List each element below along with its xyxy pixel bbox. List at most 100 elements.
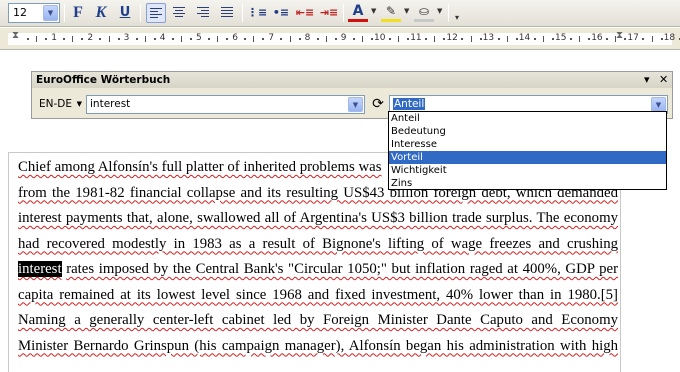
ruler-tick: [470, 36, 472, 42]
option-anteil[interactable]: Anteil: [389, 112, 666, 125]
chevron-down-icon[interactable]: ▼: [404, 7, 409, 15]
align-right-icon: [197, 7, 209, 17]
ruler-number: 10: [374, 33, 386, 43]
ruler-number: 16: [591, 33, 603, 43]
background-color-button[interactable]: ⛀: [414, 3, 434, 22]
bold-icon: F: [73, 4, 83, 21]
ruler-tick: [253, 36, 255, 42]
close-icon[interactable]: ✕: [659, 73, 668, 86]
right-indent-marker[interactable]: ⧗: [616, 30, 623, 41]
ruler-dot: [189, 38, 192, 40]
ruler-dot: [280, 38, 283, 40]
language-select[interactable]: EN-DE ▼: [36, 96, 84, 114]
language-value: EN-DE: [39, 98, 72, 110]
text-line-content: Naming a generally center-left cabinet l…: [18, 312, 618, 328]
ruler-number: 8: [304, 33, 311, 43]
option-interesse[interactable]: Interesse: [389, 138, 666, 151]
refresh-icon: ⟳: [372, 96, 384, 112]
align-center-button[interactable]: [170, 3, 190, 23]
ruler-dot: [370, 38, 373, 40]
ruler-number: 1: [51, 33, 57, 43]
increase-indent-icon: ⇥≡: [319, 6, 339, 19]
ruler-tick: [615, 36, 617, 42]
ruler-number: 18: [663, 33, 676, 43]
chevron-down-icon[interactable]: ▼: [348, 97, 363, 112]
translation-options-list[interactable]: Anteil Bedeutung Interesse Vorteil Wichtigke…: [388, 111, 667, 190]
translation-value: Anteil: [393, 98, 426, 110]
ruler-dot: [298, 38, 301, 40]
bold-button[interactable]: F: [68, 3, 88, 23]
selected-word[interactable]: interest: [18, 261, 62, 277]
decrease-indent-icon: ⇤≡: [295, 6, 315, 19]
ruler: ⧗ ⧗ 1 2 3 4 5 6 7 8 9 10 11 12 13 14 15 16 17 18: [0, 28, 680, 50]
ruler-number: 12: [446, 33, 458, 43]
ruler-tick: [434, 36, 436, 42]
ruler-tick: [325, 36, 327, 42]
ruler-number: 2: [87, 33, 94, 43]
ruler-dot: [27, 38, 30, 40]
underline-button[interactable]: U: [115, 3, 135, 23]
chevron-down-icon[interactable]: ▼: [43, 5, 58, 21]
toolbar-overflow-icon[interactable]: ▾: [455, 13, 459, 22]
chevron-down-icon[interactable]: ▼: [371, 7, 376, 15]
ruler-tick: [289, 36, 291, 42]
option-vorteil[interactable]: Vorteil: [389, 151, 666, 165]
align-right-button[interactable]: [194, 3, 214, 23]
ruler-dot: [588, 38, 591, 40]
chevron-down-icon[interactable]: ▼: [437, 7, 442, 15]
increase-indent-button[interactable]: ⇥≡: [319, 3, 339, 23]
search-input[interactable]: interest ▼: [86, 95, 365, 114]
dictionary-title: EuroOffice Wörterbuch: [36, 74, 171, 86]
toolbar-separator: [343, 4, 344, 22]
numbered-list-icon: ⋮≡: [247, 6, 268, 19]
justify-button[interactable]: [218, 3, 238, 23]
ruler-dot: [461, 38, 464, 40]
font-color-button[interactable]: A: [348, 3, 368, 22]
ruler-number: 3: [123, 33, 130, 43]
option-zins[interactable]: Zins: [389, 177, 666, 190]
highlight-button[interactable]: ✎: [381, 3, 401, 22]
swap-languages-button[interactable]: ⟳: [369, 96, 387, 114]
option-bedeutung[interactable]: Bedeutung: [389, 125, 666, 138]
ruler-tick: [398, 36, 400, 42]
toolbar-separator: [64, 4, 65, 22]
ruler-tick: [651, 36, 653, 42]
ruler-number: 9: [340, 33, 347, 43]
panel-menu-icon[interactable]: ▾: [644, 73, 650, 86]
formatting-toolbar: 12 ▼ F K U ⋮≡ •≡ ⇤≡ ⇥≡ A ▼ ✎ ▼ ⛀ ▼ ▾: [0, 0, 680, 27]
ruler-dot: [262, 38, 265, 40]
underline-icon: U: [119, 5, 131, 20]
ruler-number: 7: [268, 33, 275, 43]
numbered-list-button[interactable]: ⋮≡: [247, 3, 267, 23]
ruler-dot: [117, 38, 120, 40]
ruler-number: 11: [410, 33, 422, 43]
italic-button[interactable]: K: [91, 3, 111, 23]
ruler-dot: [551, 38, 554, 40]
ruler-dot: [135, 38, 138, 40]
ruler-dot: [407, 38, 410, 40]
text-line: Minister Bernardo Grinspun (his campaign…: [18, 334, 618, 360]
left-indent-marker[interactable]: ⧗: [12, 30, 19, 41]
dictionary-titlebar[interactable]: EuroOffice Wörterbuch ▾ ✕: [32, 72, 672, 88]
option-wichtigkeit[interactable]: Wichtigkeit: [389, 164, 666, 177]
decrease-indent-button[interactable]: ⇤≡: [295, 3, 315, 23]
ruler-dot: [171, 38, 174, 40]
ruler-tick: [36, 36, 38, 42]
ruler-tick: [108, 36, 110, 42]
font-size-select[interactable]: 12 ▼: [8, 3, 60, 23]
ruler-dot: [352, 38, 355, 40]
ruler-dot: [99, 38, 102, 40]
ruler-dot: [606, 38, 609, 40]
font-size-value: 12: [13, 6, 27, 19]
align-left-button[interactable]: [146, 3, 166, 23]
ruler-dot: [479, 38, 482, 40]
ruler-dot: [334, 38, 337, 40]
ruler-number: 4: [159, 33, 166, 43]
text-line-content: Minister Bernardo Grinspun (his campaign…: [18, 337, 618, 354]
ruler-number: 13: [482, 33, 495, 43]
bulleted-list-button[interactable]: •≡: [271, 3, 291, 23]
chevron-down-icon[interactable]: ▼: [651, 97, 666, 112]
ruler-dot: [570, 38, 573, 40]
ruler-dot: [642, 38, 645, 40]
ruler-dot: [497, 38, 500, 40]
